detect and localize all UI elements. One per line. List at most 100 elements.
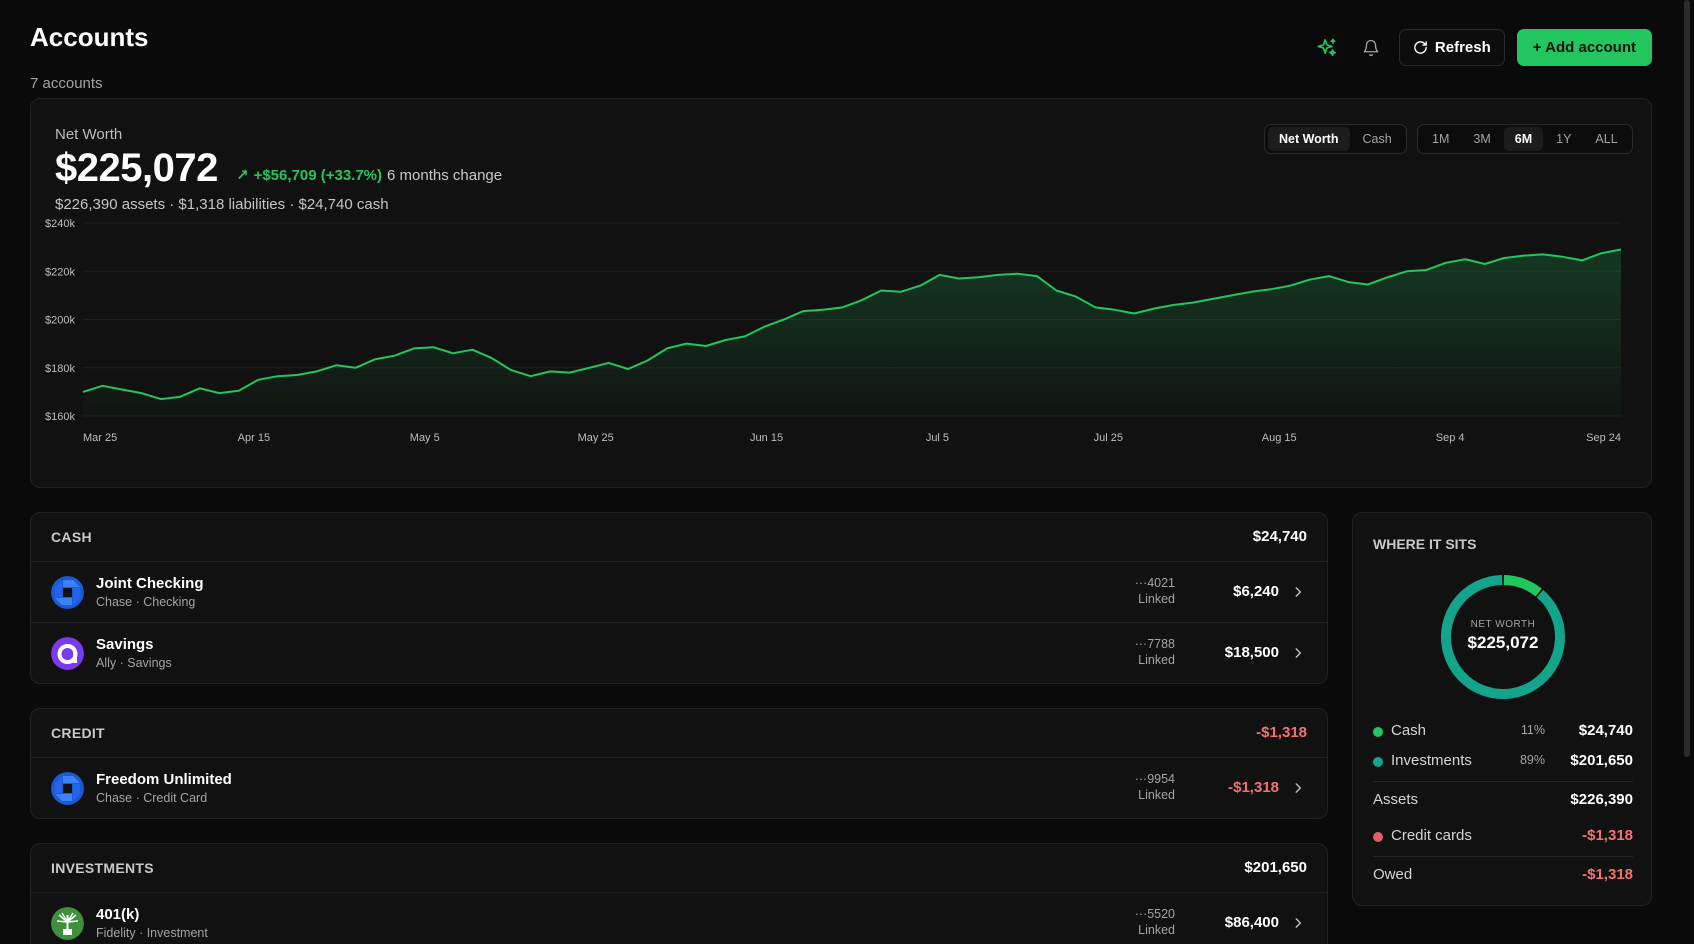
account-mask: ···4021 bbox=[1134, 576, 1175, 590]
donut-slice-cash bbox=[1503, 575, 1542, 597]
account-meta: Ally · Savings bbox=[96, 656, 172, 670]
legend-label: Cash bbox=[1391, 722, 1427, 739]
legend-value: $24,740 bbox=[1578, 722, 1633, 739]
section-header: CREDIT -$1,318 bbox=[31, 709, 1327, 758]
change-amount: +$56,709 (+33.7%) bbox=[253, 166, 383, 184]
range-1m[interactable]: 1M bbox=[1421, 127, 1460, 151]
range-all[interactable]: ALL bbox=[1584, 127, 1628, 151]
x-tick-label: Sep 4 bbox=[1436, 432, 1465, 444]
x-tick-label: Aug 15 bbox=[1262, 432, 1297, 444]
net-worth-card: Net Worth $225,072 ↗ +$56,709 (+33.7%) 6… bbox=[30, 98, 1652, 488]
account-balance: $6,240 bbox=[1233, 583, 1279, 600]
scrollbar-thumb[interactable] bbox=[1684, 0, 1690, 757]
donut-value: $225,072 bbox=[1467, 633, 1539, 652]
legend-label: Credit cards bbox=[1391, 827, 1472, 844]
refresh-button[interactable]: Refresh bbox=[1398, 29, 1505, 66]
x-tick-label: Mar 25 bbox=[83, 432, 117, 444]
x-tick-label: Sep 24 bbox=[1586, 432, 1621, 444]
range-6m[interactable]: 6M bbox=[1503, 127, 1544, 151]
section-title: CREDIT bbox=[51, 725, 105, 741]
section-header: CASH $24,740 bbox=[31, 513, 1327, 562]
y-tick-label: $200k bbox=[45, 315, 75, 327]
y-tick-label: $160k bbox=[45, 411, 75, 423]
link-status: Linked bbox=[1138, 653, 1175, 667]
account-balance: $86,400 bbox=[1224, 914, 1279, 931]
y-tick-label: $240k bbox=[45, 219, 75, 230]
net-worth-breakdown: $226,390 assets · $1,318 liabilities · $… bbox=[55, 196, 389, 213]
chevron-right-icon bbox=[1295, 648, 1302, 658]
legend-value: -$1,318 bbox=[1582, 827, 1633, 844]
account-mask: ···5520 bbox=[1134, 907, 1175, 921]
section-title: CASH bbox=[51, 529, 92, 545]
range-3m[interactable]: 3M bbox=[1462, 127, 1501, 151]
net-worth-change: ↗ +$56,709 (+33.7%) 6 months change bbox=[236, 166, 503, 185]
refresh-label: Refresh bbox=[1434, 39, 1491, 56]
x-tick-label: Apr 15 bbox=[238, 432, 270, 444]
assets-label: Assets bbox=[1373, 791, 1419, 808]
time-range-toggle: 1M 3M 6M 1Y ALL bbox=[1417, 124, 1633, 154]
change-period: 6 months change bbox=[387, 166, 503, 184]
chevron-right-icon bbox=[1295, 587, 1302, 597]
credit-dot bbox=[1373, 832, 1383, 842]
bell-icon bbox=[1363, 39, 1379, 56]
legend-label: Investments bbox=[1391, 752, 1472, 769]
link-status: Linked bbox=[1138, 592, 1175, 606]
owed-label: Owed bbox=[1373, 866, 1413, 883]
fidelity-logo bbox=[51, 907, 84, 940]
mode-net-worth[interactable]: Net Worth bbox=[1268, 127, 1350, 151]
donut-caption: NET WORTH bbox=[1470, 619, 1536, 630]
range-1y[interactable]: 1Y bbox=[1545, 127, 1582, 151]
where-it-sits-card: WHERE IT SITS NET WORTH $225,072 Cash 11… bbox=[1352, 512, 1652, 906]
notifications-button[interactable] bbox=[1355, 32, 1387, 64]
cash-dot bbox=[1373, 727, 1383, 737]
account-mask: ···7788 bbox=[1134, 637, 1175, 651]
chevron-right-icon bbox=[1295, 783, 1302, 793]
account-name: 401(k) bbox=[96, 906, 140, 923]
owed-value: -$1,318 bbox=[1582, 866, 1633, 883]
chase-logo bbox=[51, 772, 84, 805]
legend-credit-cards: Credit cards -$1,318 bbox=[1373, 825, 1633, 849]
link-status: Linked bbox=[1138, 788, 1175, 802]
account-meta: Chase · Checking bbox=[96, 595, 196, 609]
account-row[interactable]: 401(k) Fidelity · Investment ···5520 Lin… bbox=[31, 893, 1327, 944]
ally-logo bbox=[51, 637, 84, 670]
chart-mode-toggle: Net Worth Cash bbox=[1264, 124, 1407, 154]
refresh-icon bbox=[1414, 41, 1427, 54]
page-title: Accounts bbox=[30, 22, 149, 52]
x-tick-label: Jun 15 bbox=[750, 432, 783, 444]
net-worth-chart[interactable]: $160k $180k $200k $220k $240k Mar 25 Apr 15 May… bbox=[31, 219, 1651, 484]
page-header: Accounts 7 accounts Refresh + Add accoun… bbox=[30, 20, 1652, 92]
legend-pct: 11% bbox=[1520, 723, 1545, 737]
account-mask: ···9954 bbox=[1134, 772, 1175, 786]
trend-up-icon: ↗ bbox=[236, 167, 249, 184]
y-tick-label: $180k bbox=[45, 363, 75, 375]
add-account-button[interactable]: + Add account bbox=[1516, 29, 1652, 66]
x-tick-label: May 25 bbox=[578, 432, 614, 444]
sparkle-button[interactable] bbox=[1311, 32, 1343, 64]
legend-value: $201,650 bbox=[1570, 752, 1633, 769]
account-meta: Chase · Credit Card bbox=[96, 791, 208, 805]
section-total: -$1,318 bbox=[1256, 724, 1307, 741]
investments-section: INVESTMENTS $201,650 401(k) Fidelity · I… bbox=[30, 843, 1328, 944]
divider bbox=[1373, 781, 1633, 782]
account-balance: $18,500 bbox=[1224, 644, 1279, 661]
credit-section: CREDIT -$1,318 Freedom Unlimited Chase ·… bbox=[30, 708, 1328, 819]
section-title: INVESTMENTS bbox=[51, 860, 154, 876]
y-tick-label: $220k bbox=[45, 266, 75, 278]
mode-cash[interactable]: Cash bbox=[1352, 127, 1403, 151]
chevron-right-icon bbox=[1295, 918, 1302, 928]
account-meta: Fidelity · Investment bbox=[96, 926, 208, 940]
legend-investments: Investments 89% $201,650 bbox=[1373, 750, 1633, 774]
where-it-sits-title: WHERE IT SITS bbox=[1373, 536, 1477, 552]
link-status: Linked bbox=[1138, 923, 1175, 937]
account-row[interactable]: Joint Checking Chase · Checking ···4021 … bbox=[31, 562, 1327, 623]
chase-logo bbox=[51, 576, 84, 609]
account-row[interactable]: Savings Ally · Savings ···7788 Linked $1… bbox=[31, 623, 1327, 684]
legend-pct: 89% bbox=[1519, 753, 1545, 767]
x-tick-label: May 5 bbox=[410, 432, 440, 444]
x-tick-label: Jul 5 bbox=[926, 432, 949, 444]
net-worth-value: $225,072 bbox=[55, 146, 218, 190]
account-row[interactable]: Freedom Unlimited Chase · Credit Card ··… bbox=[31, 758, 1327, 819]
investments-dot bbox=[1373, 757, 1383, 767]
assets-value: $226,390 bbox=[1570, 791, 1633, 808]
